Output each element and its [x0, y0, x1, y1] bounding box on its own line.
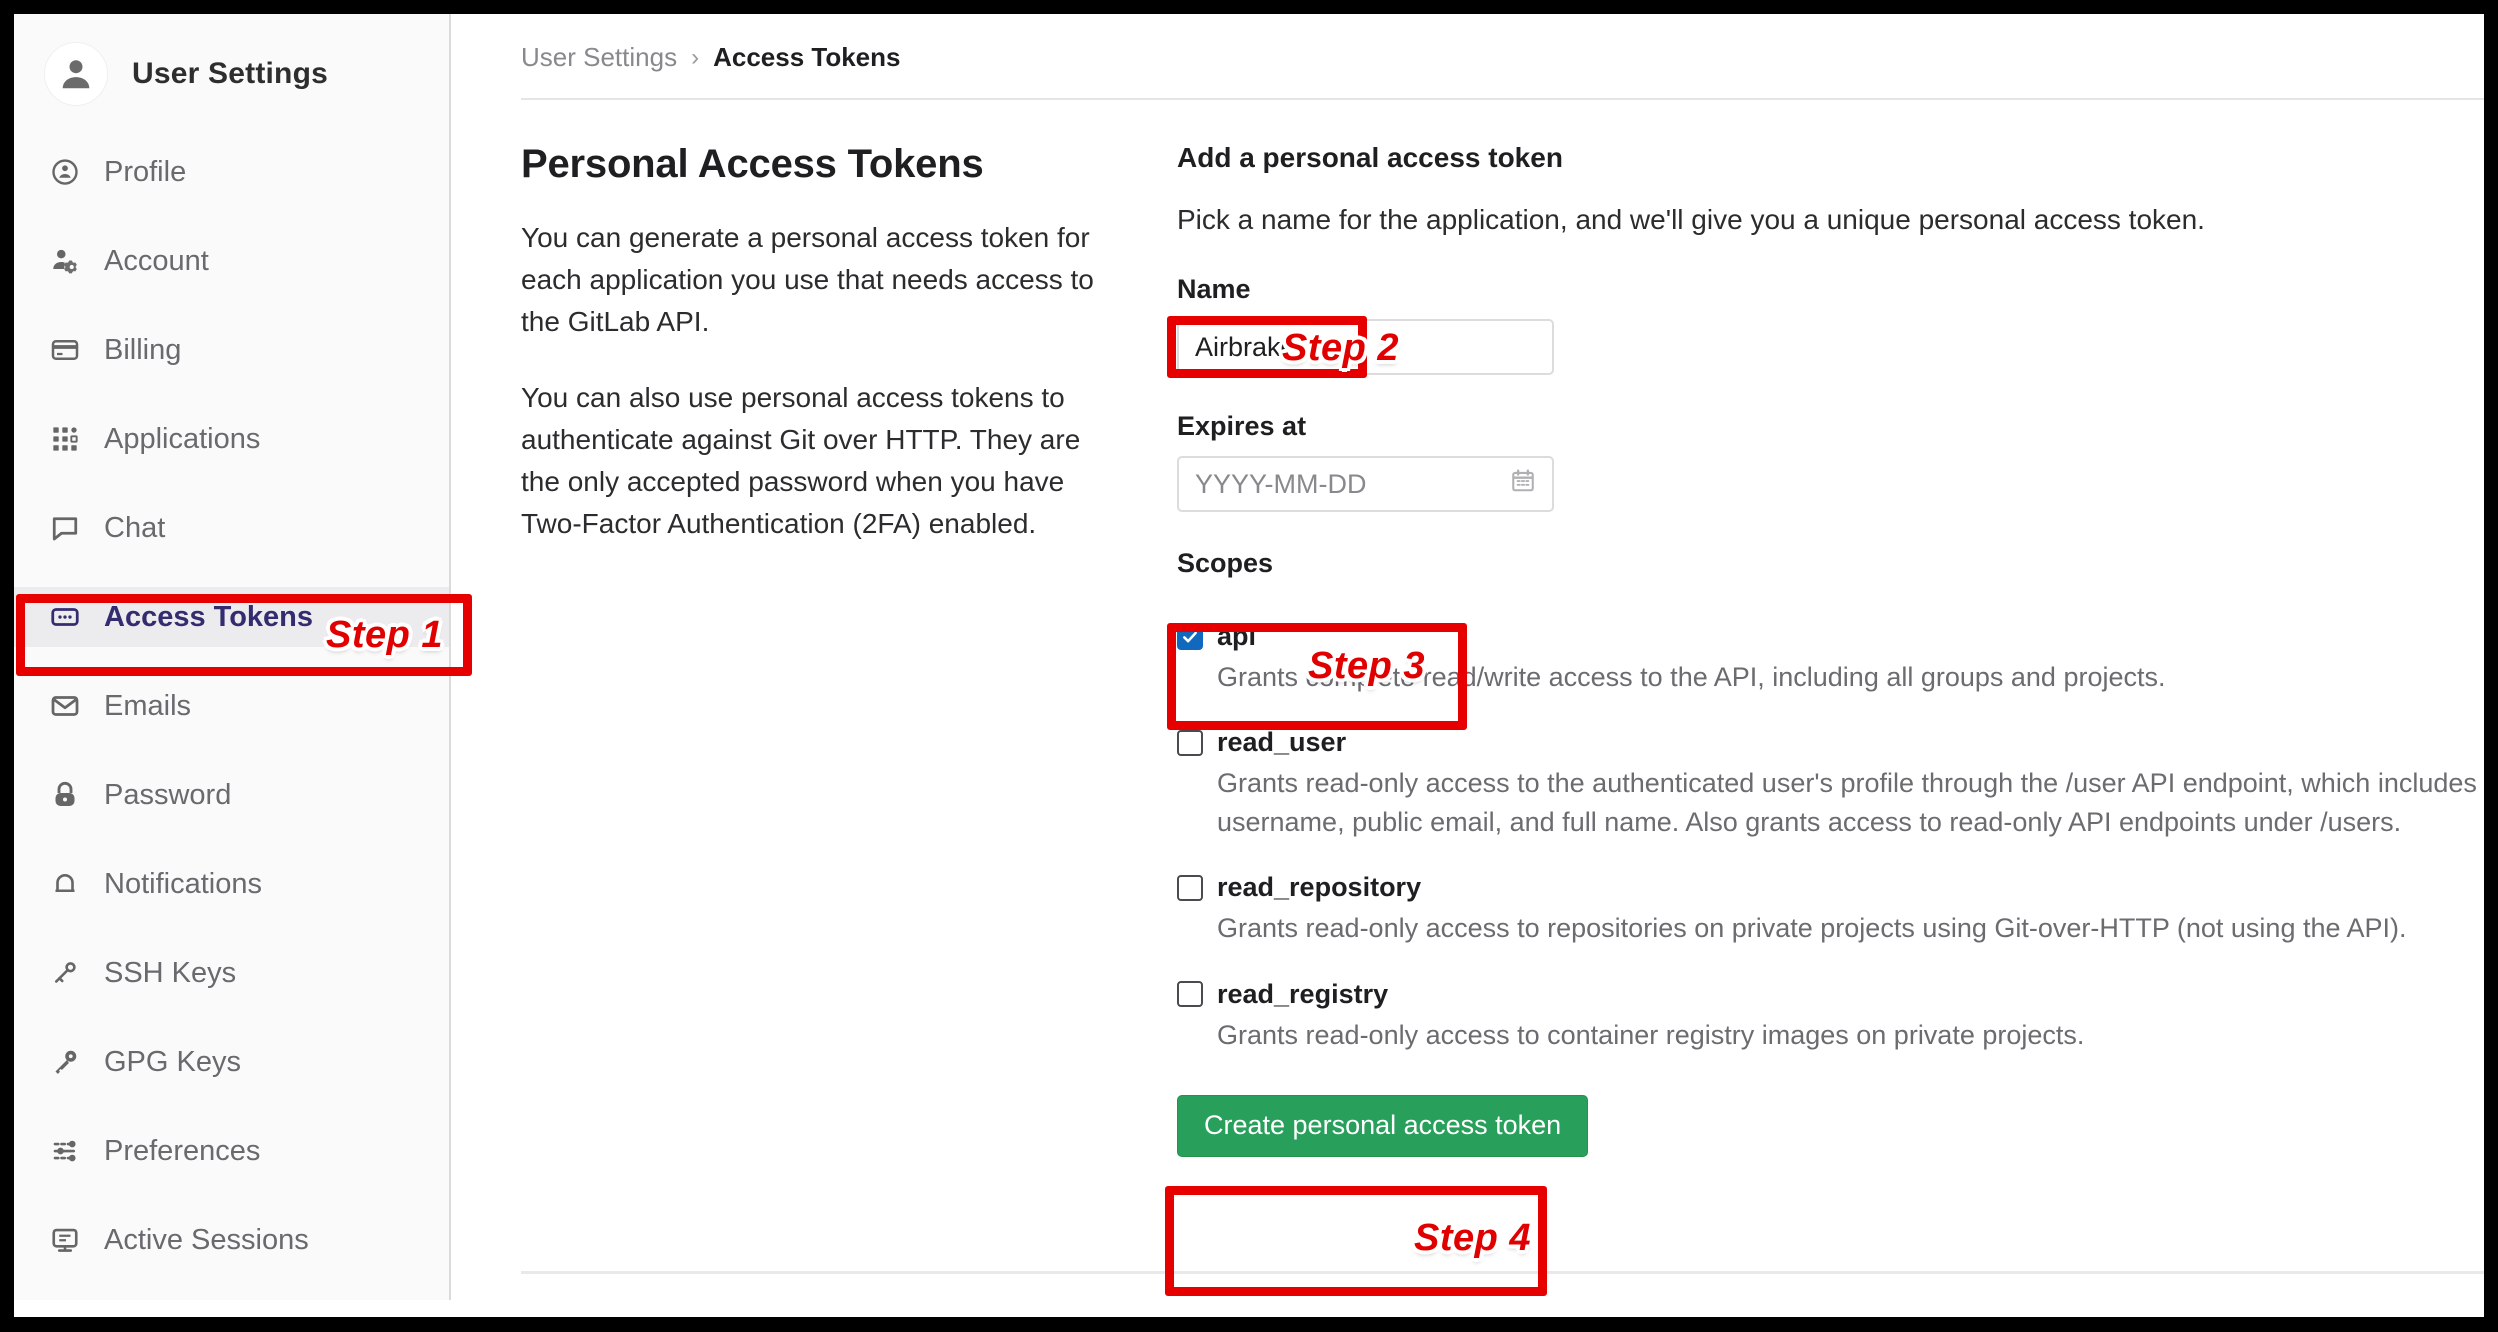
sidebar-header: User Settings — [14, 34, 449, 114]
sliders-icon — [48, 1134, 82, 1168]
sidebar-item-label: Password — [104, 778, 232, 811]
scope-description: Grants read-only access to the authentic… — [1217, 768, 2477, 838]
sidebar-nav: Profile Account Billing Applications Cha… — [14, 142, 449, 1299]
key-icon — [48, 1045, 82, 1079]
browser-viewport: User Settings Profile Account Billing Ap… — [14, 14, 2484, 1317]
user-avatar-icon — [44, 42, 108, 106]
scope-row[interactable]: read_user — [1177, 727, 2484, 758]
description-paragraph-2: You can also use personal access tokens … — [521, 382, 1081, 539]
footer-divider — [521, 1271, 2484, 1274]
sidebar-item-label: Chat — [104, 511, 166, 544]
breadcrumb-current: Access Tokens — [713, 42, 901, 72]
scope-read-registry: read_registry Grants read-only access to… — [1177, 979, 2484, 1055]
scope-read-repository: read_repository Grants read-only access … — [1177, 872, 2484, 948]
sidebar-item-account[interactable]: Account — [14, 231, 449, 291]
form-title: Add a personal access token — [1177, 142, 1563, 173]
main-content: User Settings › Access Tokens Personal A… — [453, 14, 2484, 1317]
name-input-value: Airbrake — [1195, 331, 1296, 362]
scope-row[interactable]: read_repository — [1177, 872, 2484, 903]
scope-read-user: read_user Grants read-only access to the… — [1177, 727, 2484, 842]
checkbox-read-repository[interactable] — [1177, 874, 1203, 901]
scope-description: Grants read-only access to repositories … — [1217, 913, 2407, 944]
expires-at-input[interactable]: YYYY-MM-DD — [1177, 456, 1554, 512]
credit-card-icon — [48, 333, 82, 367]
header-divider — [521, 98, 2484, 100]
sidebar-item-label: Access Tokens — [104, 600, 314, 633]
sidebar-item-label: Preferences — [104, 1134, 261, 1167]
form-subtitle: Pick a name for the application, and we'… — [1177, 204, 2205, 235]
sidebar-item-label: Notifications — [104, 867, 262, 900]
sidebar-item-billing[interactable]: Billing — [14, 320, 449, 380]
sidebar-item-notifications[interactable]: Notifications — [14, 854, 449, 914]
scope-row[interactable]: read_registry — [1177, 979, 2484, 1010]
sidebar-item-label: Profile — [104, 155, 187, 188]
step-1-label: Step 1 — [326, 614, 444, 656]
bell-icon — [48, 867, 82, 901]
step-2-label: Step 2 — [1282, 327, 1400, 369]
lock-icon — [48, 778, 82, 812]
sidebar-item-label: Active Sessions — [104, 1223, 309, 1256]
sidebar-item-chat[interactable]: Chat — [14, 498, 449, 558]
grid-apps-icon — [48, 422, 82, 456]
envelope-icon — [48, 689, 82, 723]
name-label: Name — [1177, 274, 1251, 304]
checkbox-read-user[interactable] — [1177, 729, 1203, 756]
expires-at-placeholder: YYYY-MM-DD — [1195, 468, 1367, 499]
screenshot-frame: User Settings Profile Account Billing Ap… — [0, 0, 2498, 1332]
sidebar-item-label: SSH Keys — [104, 956, 237, 989]
sidebar-title: User Settings — [132, 57, 328, 90]
sidebar-item-label: Account — [104, 244, 209, 277]
sidebar-item-label: Billing — [104, 333, 182, 366]
sidebar-item-profile[interactable]: Profile — [14, 142, 449, 202]
sidebar-item-password[interactable]: Password — [14, 765, 449, 825]
scope-name: api — [1217, 621, 1257, 651]
breadcrumb-parent[interactable]: User Settings — [521, 42, 677, 73]
page-title: Personal Access Tokens — [521, 142, 984, 186]
scope-name: read_repository — [1217, 872, 1422, 903]
sidebar-item-label: GPG Keys — [104, 1045, 241, 1078]
breadcrumb: User Settings › Access Tokens — [521, 42, 900, 73]
chat-bubble-icon — [48, 511, 82, 545]
sidebar-item-ssh-keys[interactable]: SSH Keys — [14, 943, 449, 1003]
account-gear-icon — [48, 244, 82, 278]
expires-at-label: Expires at — [1177, 411, 1307, 441]
key-small-icon — [48, 956, 82, 990]
create-personal-access-token-button[interactable]: Create personal access token — [1177, 1094, 1589, 1157]
monitor-icon — [48, 1223, 82, 1257]
scope-name: read_user — [1217, 727, 1347, 758]
description-column: Personal Access Tokens You can generate … — [521, 142, 1121, 579]
description-paragraph-1: You can generate a personal access token… — [521, 222, 1094, 337]
calendar-icon[interactable] — [1510, 468, 1536, 501]
scope-name: read_registry — [1217, 978, 1389, 1009]
checkbox-read-registry[interactable] — [1177, 981, 1203, 1008]
sidebar-item-applications[interactable]: Applications — [14, 409, 449, 469]
sidebar-item-active-sessions[interactable]: Active Sessions — [14, 1210, 449, 1270]
sidebar-item-label: Emails — [104, 689, 192, 722]
chevron-right-icon: › — [691, 43, 700, 71]
step-3-label: Step 3 — [1308, 645, 1426, 687]
scopes-label: Scopes — [1177, 548, 1274, 578]
token-icon — [48, 600, 82, 634]
step-4-label: Step 4 — [1414, 1217, 1532, 1259]
sidebar-item-emails[interactable]: Emails — [14, 676, 449, 736]
sidebar-item-label: Applications — [104, 422, 261, 455]
sidebar-item-gpg-keys[interactable]: GPG Keys — [14, 1032, 449, 1092]
sidebar: User Settings Profile Account Billing Ap… — [14, 14, 451, 1300]
sidebar-item-preferences[interactable]: Preferences — [14, 1121, 449, 1181]
profile-circle-icon — [48, 155, 82, 189]
scope-description: Grants read-only access to container reg… — [1217, 1019, 2085, 1050]
checkbox-api[interactable] — [1177, 623, 1203, 650]
